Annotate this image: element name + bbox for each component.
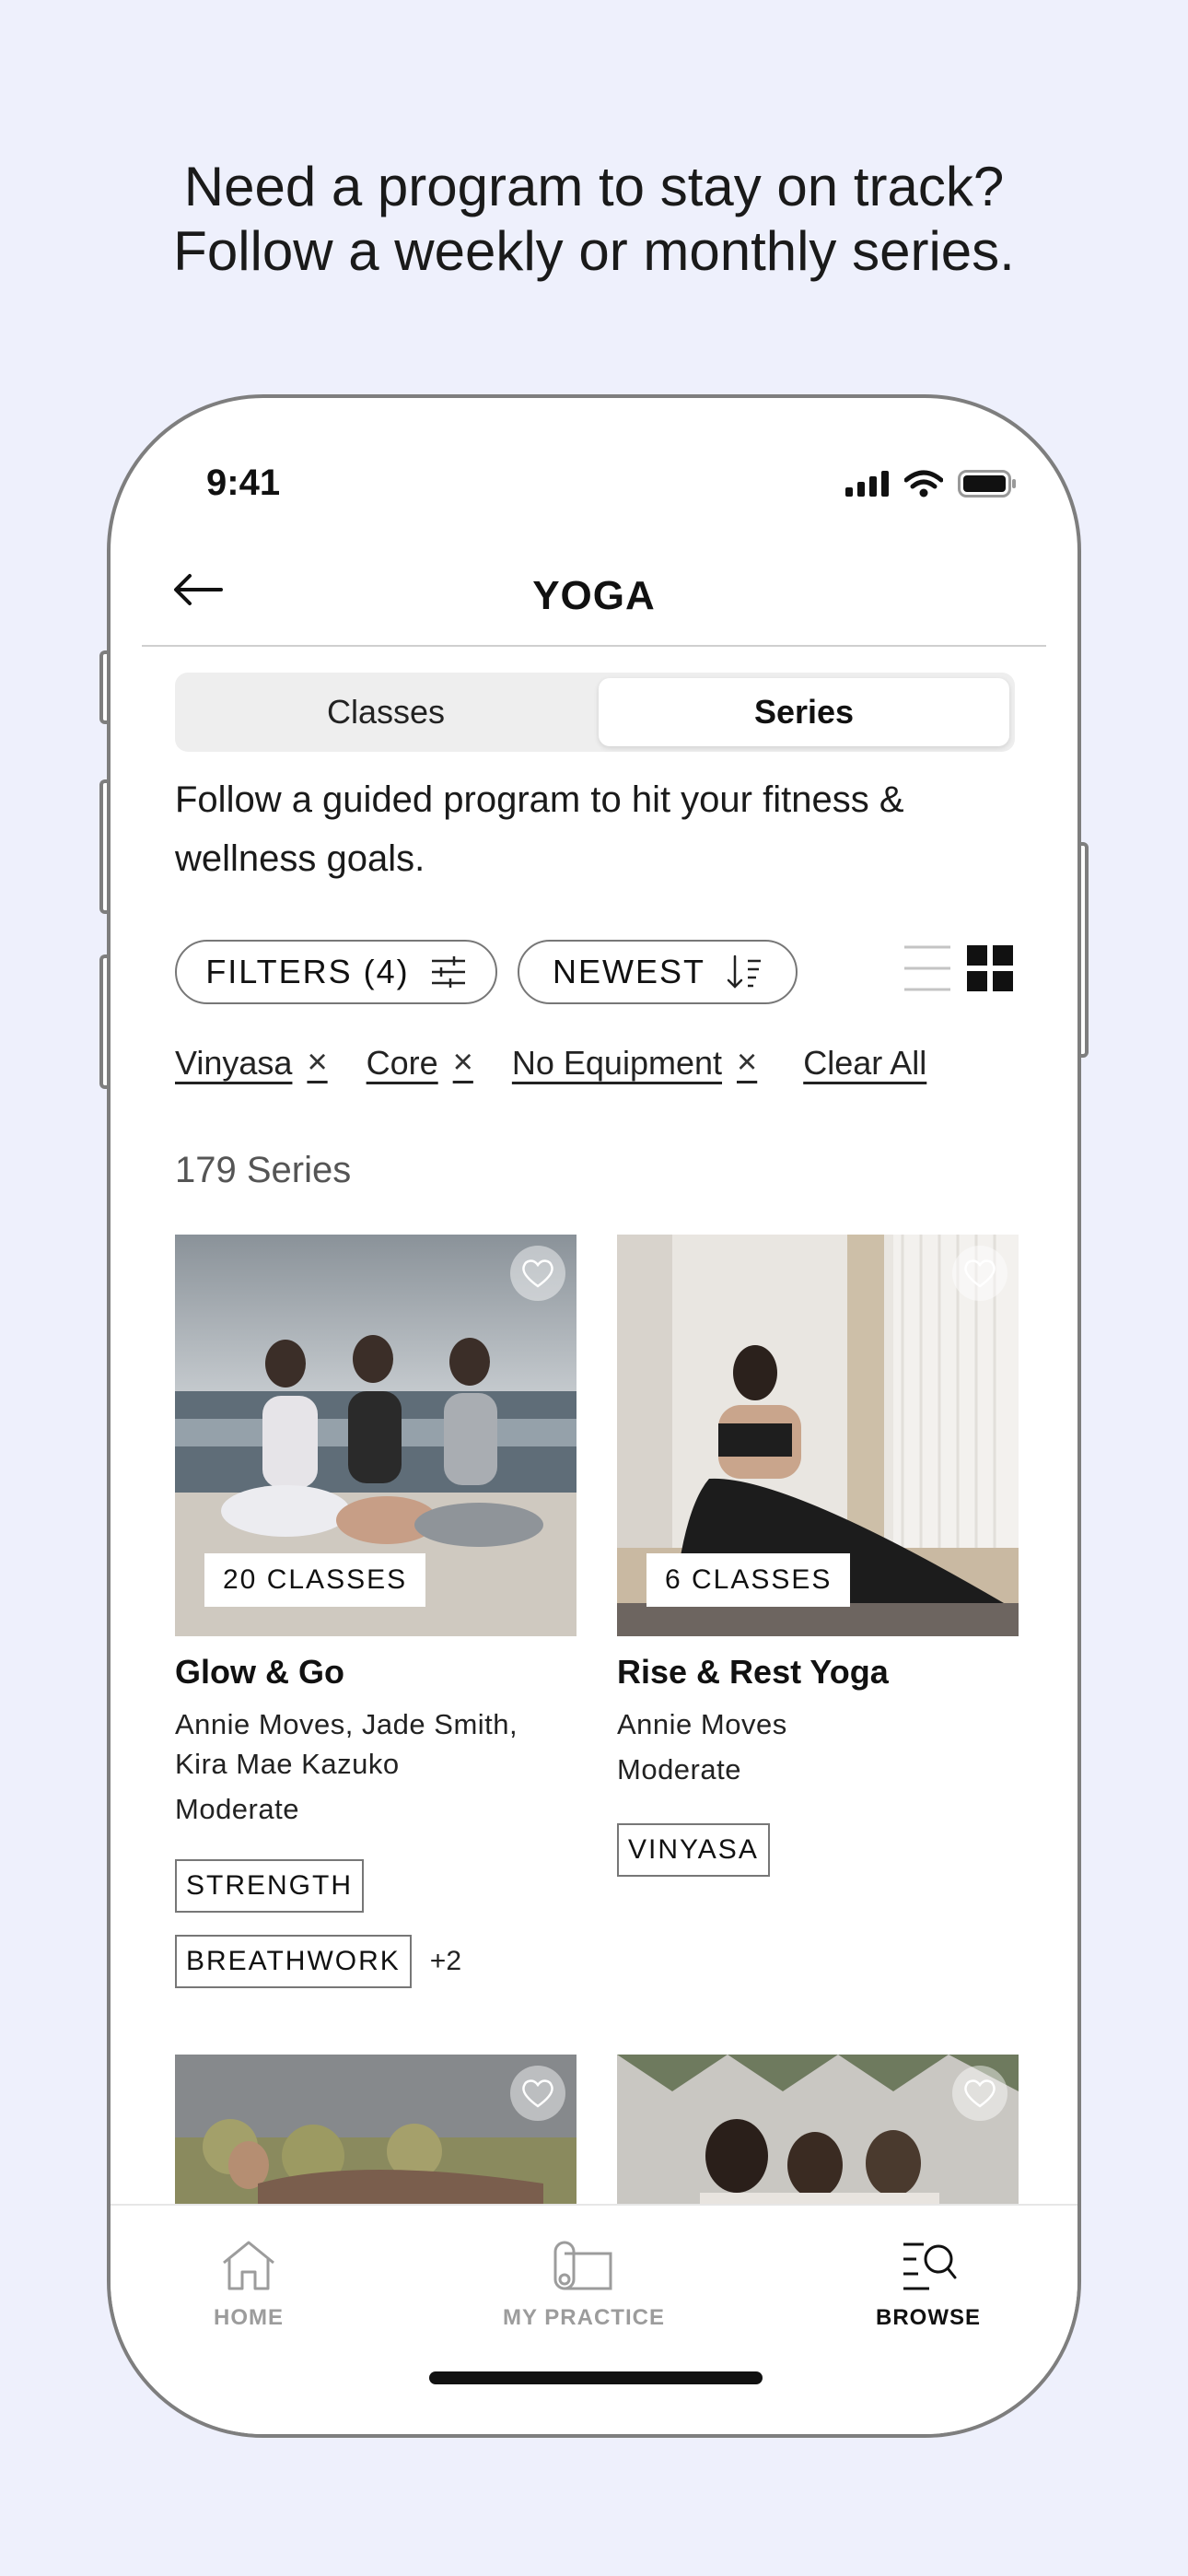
favorite-button[interactable]: [952, 2066, 1007, 2121]
headline-line-1: Need a program to stay on track?: [183, 156, 1005, 217]
series-level: Moderate: [175, 1793, 299, 1825]
category-tag: VINYASA: [617, 1823, 770, 1877]
close-icon[interactable]: ×: [307, 1043, 327, 1083]
series-instructors: Annie Moves, Jade Smith, Kira Mae Kazuko: [175, 1704, 577, 1784]
favorite-button[interactable]: [510, 2066, 565, 2121]
series-card-partial[interactable]: [617, 2055, 1019, 2211]
signal-icon: [845, 471, 889, 497]
filter-tag-label: Core: [366, 1043, 438, 1082]
tab-home-label: HOME: [214, 2305, 284, 2330]
heart-icon: [964, 1259, 996, 1288]
clear-all-link[interactable]: Clear All: [803, 1044, 926, 1083]
instructors-line-2: Kira Mae Kazuko: [175, 1748, 400, 1780]
tab-home[interactable]: HOME: [111, 2239, 387, 2331]
series-card[interactable]: 6 CLASSES Rise & Rest Yoga Annie Moves M…: [617, 1235, 1019, 1877]
segment-series[interactable]: Series: [599, 678, 1009, 746]
heart-icon: [522, 1259, 553, 1288]
filter-tag-vinyasa[interactable]: Vinyasa ×: [175, 1043, 328, 1083]
heart-icon: [964, 2079, 996, 2108]
class-count-badge: 6 CLASSES: [646, 1553, 851, 1607]
yoga-mat-icon: [553, 2241, 612, 2290]
close-icon[interactable]: ×: [453, 1043, 473, 1083]
battery-icon: [958, 470, 1016, 498]
series-card-partial[interactable]: [175, 2055, 577, 2211]
tab-browse-label: BROWSE: [876, 2305, 981, 2330]
segment-classes[interactable]: Classes: [181, 678, 591, 746]
list-view-icon[interactable]: [904, 945, 950, 991]
status-icons: [845, 470, 1017, 498]
series-instructors: Annie Moves: [617, 1708, 787, 1740]
bottom-tab-bar: HOME MY PRACTICE BROWSE: [111, 2204, 1077, 2434]
class-count-badge: 20 CLASSES: [204, 1553, 426, 1607]
tab-browse[interactable]: BROWSE: [790, 2239, 1066, 2331]
series-card[interactable]: 20 CLASSES Glow & Go Annie Moves, Jade S…: [175, 1235, 577, 1988]
browse-search-icon: [903, 2242, 957, 2290]
sort-button[interactable]: NEWEST: [518, 940, 798, 1004]
filters-button[interactable]: FILTERS (4): [175, 940, 497, 1004]
home-indicator: [429, 2371, 763, 2384]
filter-tag-core[interactable]: Core ×: [367, 1043, 473, 1083]
tab-my-practice-label: MY PRACTICE: [503, 2305, 665, 2330]
view-toggle: [904, 945, 1013, 991]
tab-my-practice[interactable]: MY PRACTICE: [446, 2239, 722, 2331]
headline-line-2: Follow a weekly or monthly series.: [173, 220, 1015, 282]
wifi-icon: [904, 470, 943, 498]
series-title: Rise & Rest Yoga: [617, 1653, 889, 1691]
series-thumbnail: 20 CLASSES: [175, 1235, 577, 1636]
series-title: Glow & Go: [175, 1653, 344, 1691]
marketing-headline: Need a program to stay on track? Follow …: [0, 155, 1188, 284]
filter-tag-label: Vinyasa: [175, 1043, 293, 1082]
intro-text: Follow a guided program to hit your fitn…: [175, 779, 904, 879]
nav-bar: YOGA: [142, 545, 1046, 647]
filter-tag-label: No Equipment: [511, 1043, 723, 1082]
instructors-line-1: Annie Moves, Jade Smith,: [175, 1708, 518, 1740]
grid-view-icon[interactable]: [967, 945, 1013, 991]
segmented-control: Classes Series: [175, 673, 1015, 752]
more-tags-count: +2: [429, 1946, 462, 1976]
category-tag: STRENGTH: [175, 1859, 364, 1913]
close-icon[interactable]: ×: [737, 1043, 757, 1083]
result-count: 179 Series: [175, 1150, 352, 1190]
filter-tag-no-equipment[interactable]: No Equipment ×: [512, 1043, 757, 1083]
favorite-button[interactable]: [952, 1246, 1007, 1301]
status-bar: 9:41: [111, 463, 1077, 518]
favorite-button[interactable]: [510, 1246, 565, 1301]
series-thumbnail: 6 CLASSES: [617, 1235, 1019, 1636]
series-level: Moderate: [617, 1753, 741, 1786]
sort-descending-icon: [727, 954, 761, 989]
sliders-icon: [431, 956, 465, 988]
sort-label: NEWEST: [552, 953, 705, 990]
active-filter-tags: Vinyasa × Core × No Equipment × Clear Al…: [175, 1043, 926, 1083]
page-title: YOGA: [532, 573, 656, 618]
heart-icon: [522, 2079, 553, 2108]
filters-label: FILTERS (4): [205, 953, 410, 990]
home-icon: [223, 2241, 274, 2290]
phone-frame: 9:41 YOGA Classes Series Follow a guided…: [107, 394, 1081, 2438]
status-time: 9:41: [206, 463, 281, 503]
category-tag: BREATHWORK: [175, 1935, 412, 1988]
